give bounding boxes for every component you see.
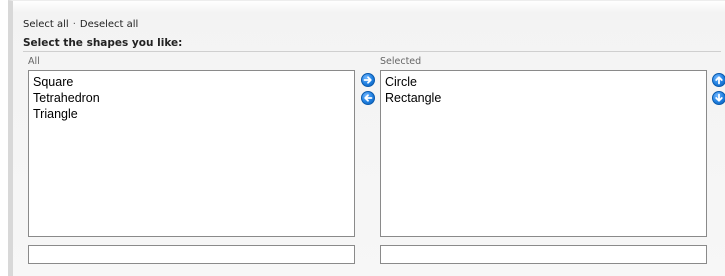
move-up-button[interactable] [712,73,725,87]
arrow-left-icon [364,94,373,102]
move-down-button[interactable] [712,91,725,105]
selected-list-label: Selected [380,56,422,67]
deselect-all-link[interactable]: Deselect all [80,19,138,30]
selection-links: Select all · Deselect all [23,19,138,30]
dual-listbox-panel: Select all · Deselect all Select the shape… [8,0,725,276]
selected-filter-input[interactable] [380,245,707,264]
add-to-selected-button[interactable] [361,73,375,87]
list-item[interactable]: Rectangle [385,90,702,106]
available-list-label: All [28,56,40,67]
arrow-down-icon [715,93,723,102]
available-listbox[interactable]: Square Tetrahedron Triangle [28,70,355,237]
arrow-right-icon [363,76,372,84]
arrow-up-icon [715,76,723,85]
field-heading: Select the shapes you like: [23,37,183,49]
select-all-link[interactable]: Select all [23,19,69,30]
selected-listbox[interactable]: Circle Rectangle [380,70,707,237]
heading-divider [23,51,721,52]
links-separator: · [72,19,76,30]
list-item[interactable]: Circle [385,74,702,90]
remove-from-selected-button[interactable] [361,91,375,105]
list-item[interactable]: Tetrahedron [33,90,350,106]
list-item[interactable]: Triangle [33,106,350,122]
list-item[interactable]: Square [33,74,350,90]
available-filter-input[interactable] [28,245,355,264]
